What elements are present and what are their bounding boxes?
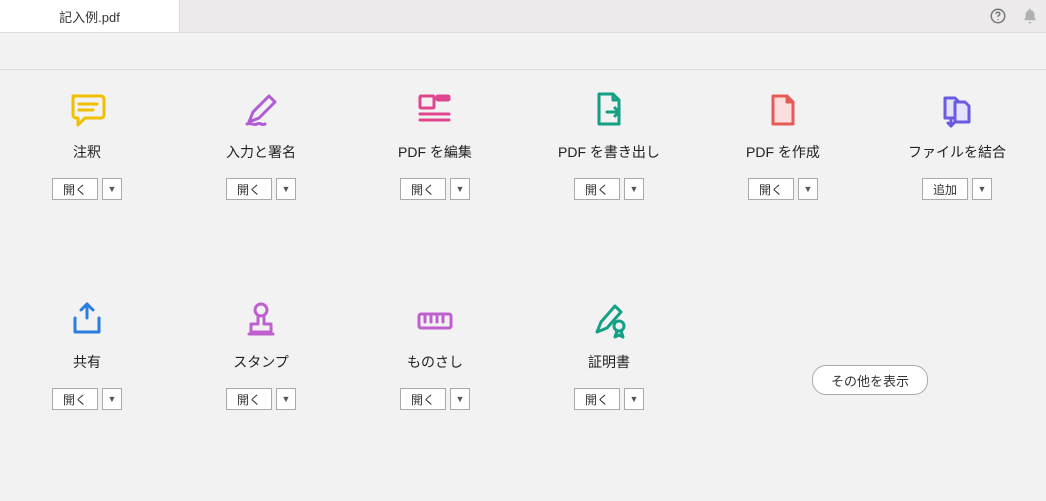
- split-button: 開く ▼: [400, 178, 470, 200]
- show-more-cell: その他を表示: [696, 300, 1044, 460]
- tool-measure[interactable]: ものさし 開く ▼: [348, 300, 522, 460]
- split-button: 開く ▼: [574, 388, 644, 410]
- open-button[interactable]: 開く: [52, 388, 98, 410]
- combine-icon: [937, 90, 977, 130]
- document-tab[interactable]: 記入例.pdf: [0, 0, 180, 32]
- show-more-label: その他を表示: [831, 371, 909, 390]
- split-button: 追加 ▼: [922, 178, 992, 200]
- tool-label: ファイルを結合: [908, 142, 1006, 162]
- dropdown-arrow[interactable]: ▼: [102, 178, 122, 200]
- open-button[interactable]: 開く: [748, 178, 794, 200]
- dropdown-arrow[interactable]: ▼: [102, 388, 122, 410]
- tool-certificate[interactable]: 証明書 開く ▼: [522, 300, 696, 460]
- fill-sign-icon: [241, 90, 281, 130]
- certificate-icon: [589, 300, 629, 340]
- split-button: 開く ▼: [400, 388, 470, 410]
- document-tab-label: 記入例.pdf: [59, 7, 120, 26]
- open-button[interactable]: 開く: [574, 388, 620, 410]
- dropdown-arrow[interactable]: ▼: [624, 178, 644, 200]
- export-pdf-icon: [589, 90, 629, 130]
- tool-label: ものさし: [407, 352, 463, 372]
- tool-label: PDF を作成: [746, 142, 820, 162]
- tool-label: 共有: [73, 352, 101, 372]
- open-button[interactable]: 開く: [226, 178, 272, 200]
- split-button: 開く ▼: [226, 178, 296, 200]
- open-button[interactable]: 開く: [400, 388, 446, 410]
- tools-panel: 注釈 開く ▼ 入力と署名 開く ▼ PDF を編集: [0, 70, 1046, 460]
- dropdown-arrow[interactable]: ▼: [276, 388, 296, 410]
- split-button: 開く ▼: [574, 178, 644, 200]
- split-button: 開く ▼: [226, 388, 296, 410]
- tool-label: 証明書: [588, 352, 630, 372]
- tool-export-pdf[interactable]: PDF を書き出し 開く ▼: [522, 90, 696, 250]
- add-button[interactable]: 追加: [922, 178, 968, 200]
- create-pdf-icon: [763, 90, 803, 130]
- dropdown-arrow[interactable]: ▼: [450, 178, 470, 200]
- dropdown-arrow[interactable]: ▼: [450, 388, 470, 410]
- tab-bar: 記入例.pdf: [0, 0, 1046, 33]
- edit-pdf-icon: [415, 90, 455, 130]
- tabbar-spacer: [180, 0, 982, 32]
- help-icon[interactable]: [982, 0, 1014, 32]
- tool-comment[interactable]: 注釈 開く ▼: [0, 90, 174, 250]
- share-icon: [67, 300, 107, 340]
- split-button: 開く ▼: [748, 178, 818, 200]
- tool-combine-files[interactable]: ファイルを結合 追加 ▼: [870, 90, 1044, 250]
- show-more-button[interactable]: その他を表示: [812, 365, 928, 395]
- stamp-icon: [241, 300, 281, 340]
- tool-label: PDF を書き出し: [558, 142, 660, 162]
- dropdown-arrow[interactable]: ▼: [972, 178, 992, 200]
- measure-icon: [415, 300, 455, 340]
- split-button: 開く ▼: [52, 388, 122, 410]
- tool-label: スタンプ: [233, 352, 289, 372]
- comment-icon: [67, 90, 107, 130]
- open-button[interactable]: 開く: [400, 178, 446, 200]
- tool-fill-sign[interactable]: 入力と署名 開く ▼: [174, 90, 348, 250]
- tool-label: 入力と署名: [226, 142, 296, 162]
- tool-stamp[interactable]: スタンプ 開く ▼: [174, 300, 348, 460]
- open-button[interactable]: 開く: [52, 178, 98, 200]
- tool-label: 注釈: [73, 142, 101, 162]
- tool-create-pdf[interactable]: PDF を作成 開く ▼: [696, 90, 870, 250]
- tool-edit-pdf[interactable]: PDF を編集 開く ▼: [348, 90, 522, 250]
- bell-icon[interactable]: [1014, 0, 1046, 32]
- dropdown-arrow[interactable]: ▼: [624, 388, 644, 410]
- tool-label: PDF を編集: [398, 142, 472, 162]
- open-button[interactable]: 開く: [226, 388, 272, 410]
- split-button: 開く ▼: [52, 178, 122, 200]
- dropdown-arrow[interactable]: ▼: [798, 178, 818, 200]
- tool-share[interactable]: 共有 開く ▼: [0, 300, 174, 460]
- dropdown-arrow[interactable]: ▼: [276, 178, 296, 200]
- open-button[interactable]: 開く: [574, 178, 620, 200]
